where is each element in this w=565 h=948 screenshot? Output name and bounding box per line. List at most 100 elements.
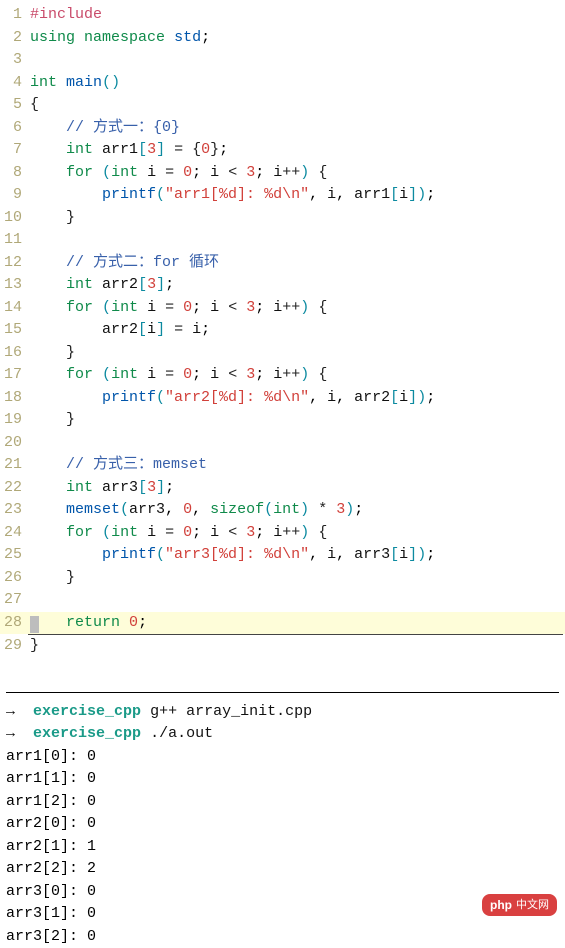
code-line: 20 [0,432,565,455]
code-line: 10 } [0,207,565,230]
code-line: 9 printf("arr1[%d]: %d\n", i, arr1[i]); [0,184,565,207]
line-number: 17 [0,364,26,387]
code-content: for (int i = 0; i < 3; i++) { [26,522,327,545]
terminal-prompt: exercise_cpp [33,703,141,720]
line-number: 9 [0,184,26,207]
line-number: 10 [0,207,26,230]
code-content: // 方式二：for 循环 [26,252,219,275]
line-number: 28 [0,612,26,635]
line-number: 16 [0,342,26,365]
code-line: 18 printf("arr2[%d]: %d\n", i, arr2[i]); [0,387,565,410]
code-line: 5{ [0,94,565,117]
code-line: 1#include [0,4,565,27]
code-line: 2using namespace std; [0,27,565,50]
line-number: 4 [0,72,26,95]
code-content: } [26,342,75,365]
code-line: 15 arr2[i] = i; [0,319,565,342]
watermark-badge: php 中文网 [482,894,557,916]
code-line: 22 int arr3[3]; [0,477,565,500]
line-number: 23 [0,499,26,522]
code-content: printf("arr2[%d]: %d\n", i, arr2[i]); [26,387,435,410]
terminal-output-line: arr3[0]: 0 [6,881,559,904]
terminal-output: → exercise_cpp g++ array_init.cpp→ exerc… [0,692,565,948]
terminal-line: → exercise_cpp ./a.out [6,723,559,746]
line-number: 18 [0,387,26,410]
line-number: 14 [0,297,26,320]
line-number: 25 [0,544,26,567]
code-line: 14 for (int i = 0; i < 3; i++) { [0,297,565,320]
line-number: 12 [0,252,26,275]
code-line: 21 // 方式三：memset [0,454,565,477]
code-line: 4int main() [0,72,565,95]
code-line: 6 // 方式一：{0} [0,117,565,140]
code-line: 26 } [0,567,565,590]
code-line: 29} [0,635,565,658]
code-line: 16 } [0,342,565,365]
terminal-output-line: arr1[2]: 0 [6,791,559,814]
terminal-output-line: arr1[1]: 0 [6,768,559,791]
line-number: 2 [0,27,26,50]
code-content: int arr2[3]; [26,274,174,297]
code-line: 12 // 方式二：for 循环 [0,252,565,275]
terminal-separator [6,692,559,693]
code-content: memset(arr3, 0, sizeof(int) * 3); [26,499,363,522]
code-content: return 0; [26,612,147,635]
line-number: 24 [0,522,26,545]
code-line: 24 for (int i = 0; i < 3; i++) { [0,522,565,545]
terminal-output-line: arr2[2]: 2 [6,858,559,881]
terminal-output-line: arr3[1]: 0 [6,903,559,926]
code-content: using namespace std; [26,27,210,50]
terminal-output-line: arr3[2]: 0 [6,926,559,948]
code-content: for (int i = 0; i < 3; i++) { [26,297,327,320]
code-content [26,49,30,72]
line-number: 27 [0,589,26,612]
line-number: 15 [0,319,26,342]
code-content: // 方式三：memset [26,454,207,477]
line-number: 21 [0,454,26,477]
code-content: arr2[i] = i; [26,319,210,342]
code-content: } [26,207,75,230]
code-line: 19 } [0,409,565,432]
line-number: 19 [0,409,26,432]
watermark-icon: php [490,896,512,914]
code-line: 3 [0,49,565,72]
terminal-line: → exercise_cpp g++ array_init.cpp [6,701,559,724]
code-line: 11 [0,229,565,252]
line-number: 11 [0,229,26,252]
line-number: 26 [0,567,26,590]
code-content [26,589,30,612]
line-number: 29 [0,635,26,658]
line-number: 5 [0,94,26,117]
code-line: 25 printf("arr3[%d]: %d\n", i, arr3[i]); [0,544,565,567]
code-content: } [26,567,75,590]
code-line: 23 memset(arr3, 0, sizeof(int) * 3); [0,499,565,522]
code-content: int arr1[3] = {0}; [26,139,228,162]
terminal-output-line: arr2[0]: 0 [6,813,559,836]
line-number: 1 [0,4,26,27]
code-line: 7 int arr1[3] = {0}; [0,139,565,162]
code-content: { [26,94,39,117]
code-content: printf("arr3[%d]: %d\n", i, arr3[i]); [26,544,435,567]
terminal-command: ./a.out [150,725,213,742]
line-number: 20 [0,432,26,455]
line-number: 8 [0,162,26,185]
watermark-text: 中文网 [516,897,549,914]
terminal-output-line: arr1[0]: 0 [6,746,559,769]
code-content: printf("arr1[%d]: %d\n", i, arr1[i]); [26,184,435,207]
code-content [26,432,30,455]
code-content: #include [26,4,102,27]
line-number: 22 [0,477,26,500]
terminal-command: g++ array_init.cpp [150,703,312,720]
code-content [26,229,30,252]
code-line: 28 return 0; [0,612,565,635]
terminal-output-line: arr2[1]: 1 [6,836,559,859]
code-content: } [26,635,39,658]
line-number: 7 [0,139,26,162]
code-content: for (int i = 0; i < 3; i++) { [26,364,327,387]
code-line: 8 for (int i = 0; i < 3; i++) { [0,162,565,185]
code-content: for (int i = 0; i < 3; i++) { [26,162,327,185]
code-content: int main() [26,72,120,95]
code-line: 13 int arr2[3]; [0,274,565,297]
code-line: 17 for (int i = 0; i < 3; i++) { [0,364,565,387]
code-content: // 方式一：{0} [26,117,180,140]
